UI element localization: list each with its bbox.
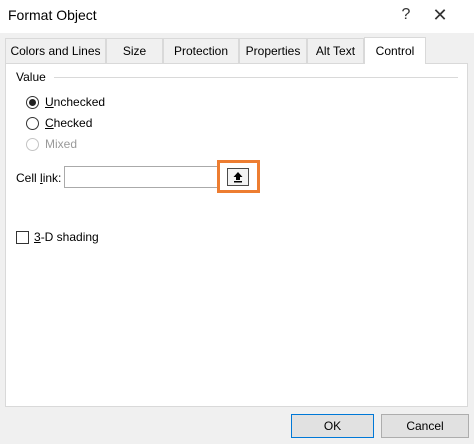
radio-button-disabled <box>26 137 39 151</box>
cell-link-input[interactable] <box>64 166 220 188</box>
arrow-up-icon <box>233 172 243 183</box>
tab-colors-and-lines[interactable]: Colors and Lines <box>5 38 106 63</box>
cancel-button[interactable]: Cancel <box>381 414 469 438</box>
control-panel: Value Unchecked Checked Mixed Cell link:… <box>5 63 468 407</box>
close-button[interactable]: ✕ <box>426 3 454 27</box>
tab-alt-text[interactable]: Alt Text <box>307 38 364 63</box>
radio-button[interactable] <box>26 116 39 130</box>
radio-checked-label: Checked <box>45 116 93 130</box>
group-divider <box>54 77 458 78</box>
radio-unchecked[interactable]: Unchecked <box>26 93 105 111</box>
radio-mixed-label: Mixed <box>45 137 78 151</box>
window-title: Format Object <box>8 7 97 23</box>
shading-checkbox[interactable] <box>16 230 29 244</box>
help-button[interactable]: ? <box>392 3 420 27</box>
radio-mixed: Mixed <box>26 135 77 153</box>
tab-properties[interactable]: Properties <box>239 38 307 63</box>
tab-protection[interactable]: Protection <box>163 38 239 63</box>
collapse-dialog-button[interactable] <box>227 168 249 186</box>
tab-control[interactable]: Control <box>364 37 426 64</box>
title-bar: Format Object ? ✕ <box>0 0 474 33</box>
ok-button[interactable]: OK <box>291 414 374 438</box>
tab-size[interactable]: Size <box>106 38 163 63</box>
shading-label: 3-D shading <box>34 230 99 244</box>
value-group-label: Value <box>16 70 50 84</box>
radio-button-selected[interactable] <box>26 95 39 109</box>
cell-link-label: Cell link: <box>16 171 62 185</box>
range-picker-highlight <box>217 160 260 193</box>
radio-checked[interactable]: Checked <box>26 114 92 132</box>
radio-unchecked-label: Unchecked <box>45 95 106 109</box>
shading-checkbox-row[interactable]: 3-D shading <box>16 229 99 245</box>
tab-strip: Colors and Lines Size Protection Propert… <box>5 37 469 64</box>
dialog-footer: OK Cancel <box>0 407 474 444</box>
